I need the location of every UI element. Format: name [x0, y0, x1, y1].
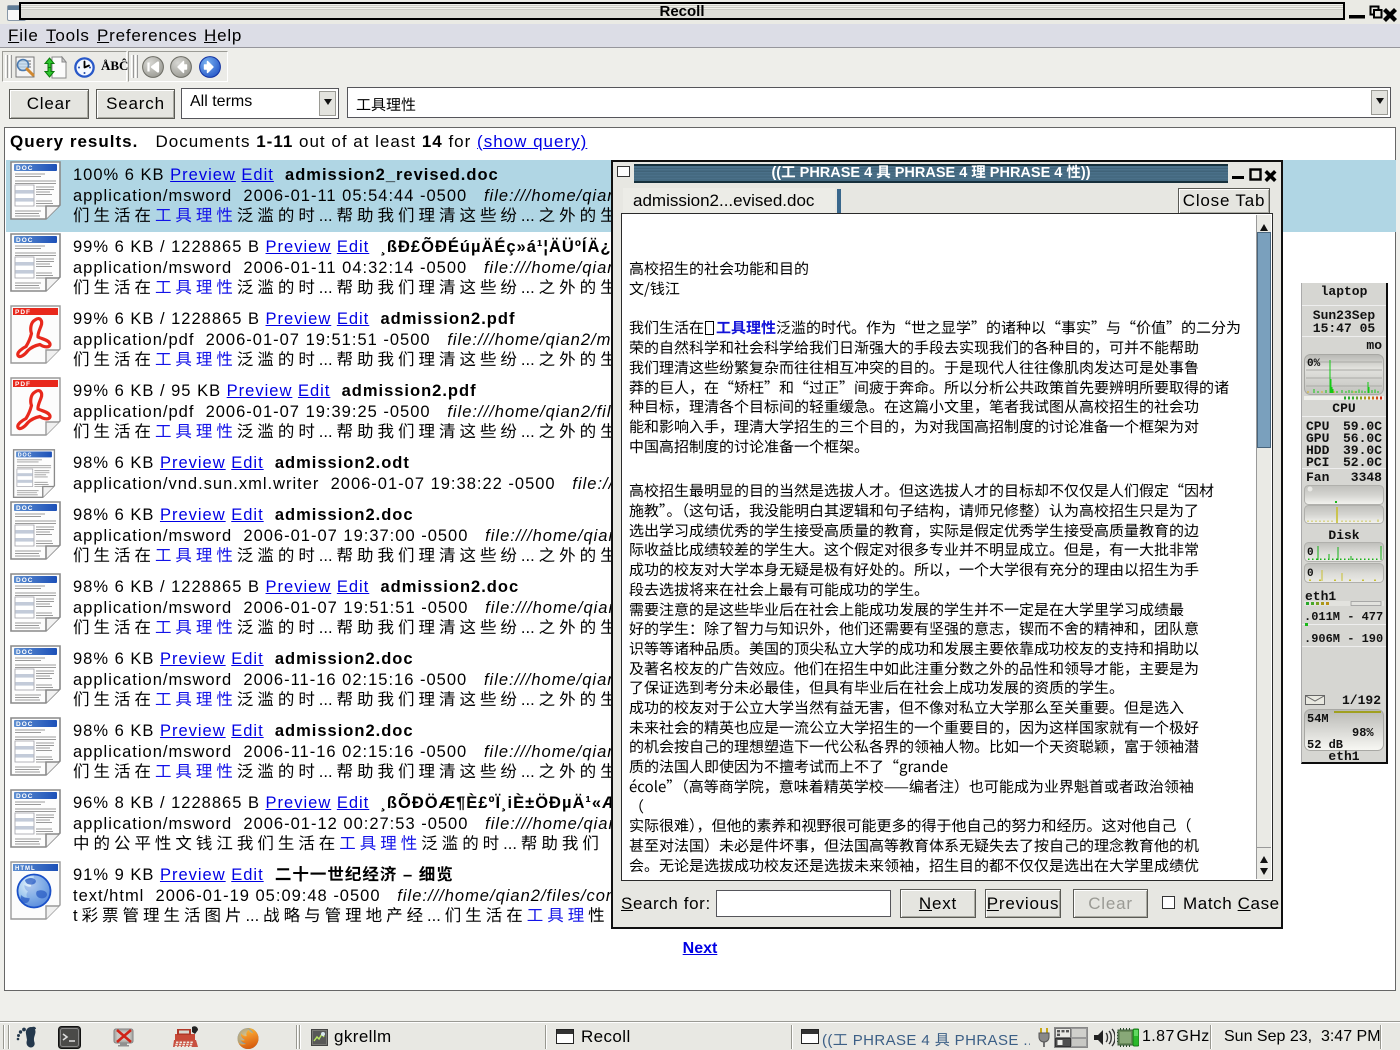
svg-text:DOC: DOC — [16, 165, 33, 172]
svg-text:DOC: DOC — [18, 453, 33, 459]
svg-text:0%: 0% — [1307, 358, 1321, 370]
svg-text:0: 0 — [1307, 568, 1314, 580]
svg-text:PDF: PDF — [15, 309, 31, 316]
svg-text:DOC: DOC — [16, 505, 33, 512]
svg-text:HTML: HTML — [15, 866, 36, 872]
svg-text:DOC: DOC — [16, 721, 33, 728]
svg-text:54M: 54M — [1307, 712, 1329, 726]
svg-text:98%: 98% — [1352, 726, 1374, 740]
svg-text:DOC: DOC — [16, 237, 33, 244]
svg-text:PDF: PDF — [15, 381, 31, 388]
svg-text:DOC: DOC — [16, 649, 33, 656]
svg-text:DOC: DOC — [16, 577, 33, 584]
svg-text:DOC: DOC — [16, 793, 33, 800]
svg-text:0: 0 — [1307, 547, 1314, 559]
